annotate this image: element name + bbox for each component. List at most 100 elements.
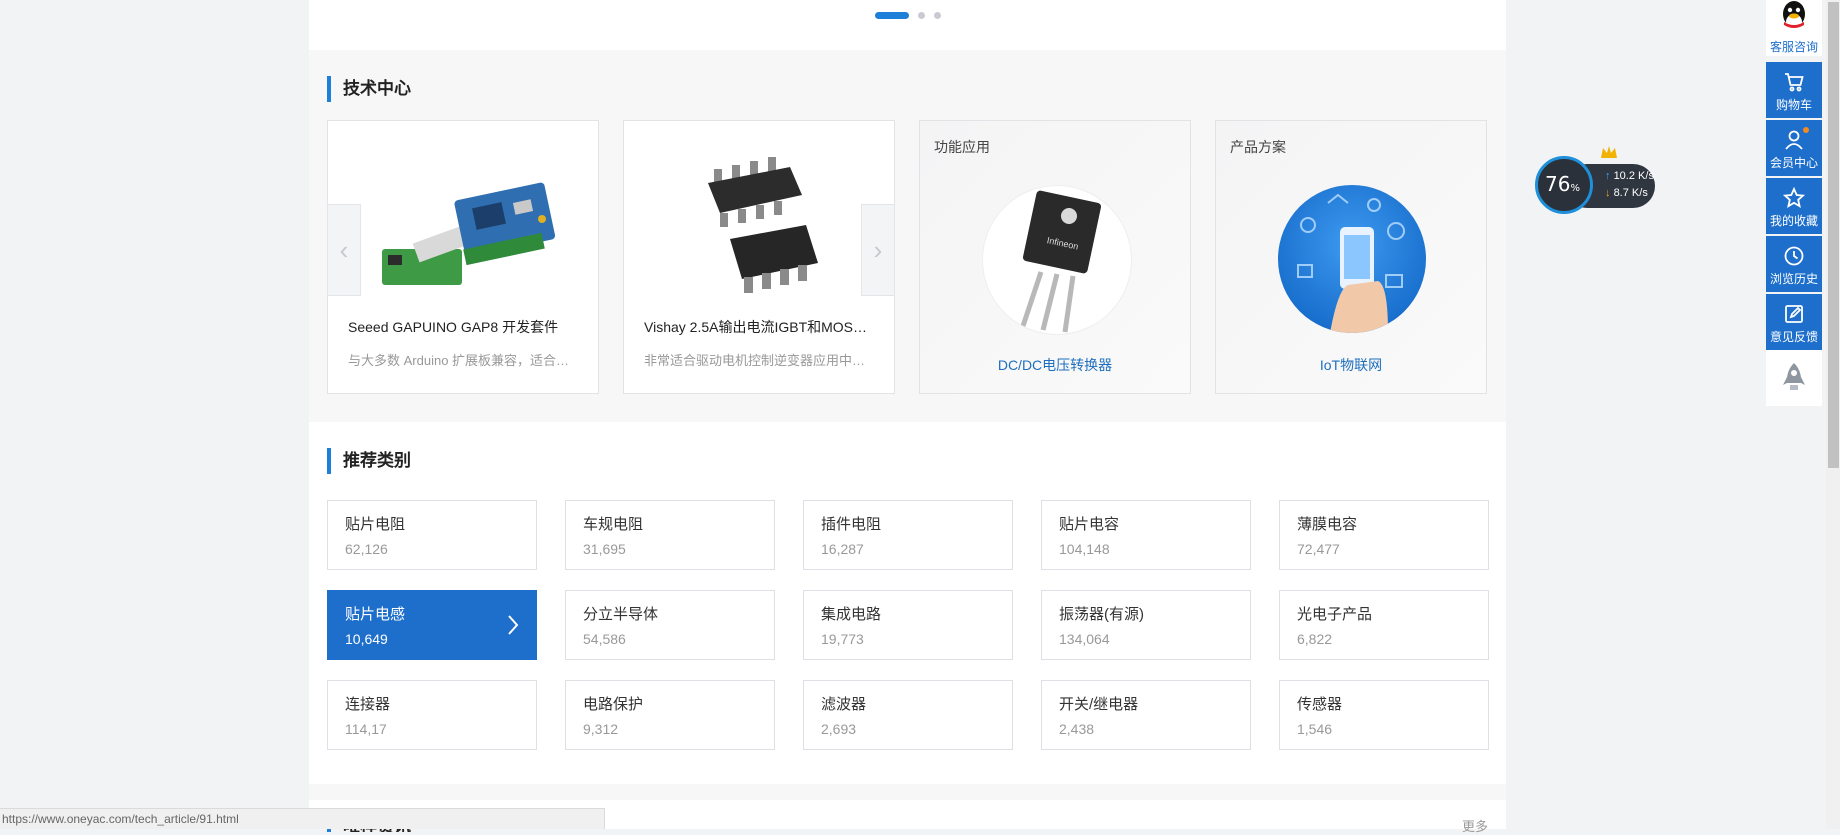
category-name: 贴片电阻 [345, 516, 406, 533]
card-tag: 产品方案 [1230, 139, 1286, 155]
chevron-right-icon: › [873, 234, 883, 265]
category-name: 振荡器(有源) [1059, 606, 1144, 623]
category-card[interactable]: 电路保护 9,312 [565, 680, 775, 750]
feedback-button[interactable]: 意见反馈 [1766, 294, 1822, 350]
category-card[interactable]: 车规电阻 31,695 [565, 500, 775, 570]
tech-card-iot[interactable]: 产品方案 IoT物联网 [1215, 120, 1487, 394]
card-tag: 功能应用 [934, 139, 990, 155]
qq-penguin-icon [1783, 1, 1805, 30]
category-count: 2,438 [1059, 721, 1095, 737]
feedback-label: 意见反馈 [1769, 330, 1818, 344]
category-count: 104,148 [1059, 541, 1110, 557]
category-card[interactable]: 贴片电容 104,148 [1041, 500, 1251, 570]
card-title: Seeed GAPUINO GAP8 开发套件 [348, 319, 559, 335]
carousel-prev-button[interactable]: ‹ [327, 204, 361, 296]
category-name: 滤波器 [821, 696, 867, 713]
category-name: 传感器 [1297, 696, 1343, 713]
upload-value: 10.2 [1613, 170, 1635, 182]
category-name: 插件电阻 [821, 516, 882, 533]
ic-chip-image [708, 157, 818, 293]
category-count: 134,064 [1059, 631, 1110, 647]
tech-card-dcdc[interactable]: 功能应用 Infineon DC/DC电压转换器 [919, 120, 1191, 394]
category-name: 分立半导体 [583, 606, 659, 623]
member-center-button[interactable]: 会员中心 [1766, 120, 1822, 176]
category-name: 连接器 [345, 696, 391, 713]
carousel-dot-2[interactable] [918, 12, 925, 19]
category-card[interactable]: 开关/继电器 2,438 [1041, 680, 1251, 750]
card-desc: 非常适合驱动电机控制逆变器应用中… [644, 353, 866, 368]
history-button[interactable]: 浏览历史 [1766, 236, 1822, 292]
upload-unit: K/s [1638, 170, 1654, 182]
edit-icon [1785, 305, 1803, 323]
user-icon [1785, 130, 1803, 150]
category-card[interactable]: 集成电路 19,773 [803, 590, 1013, 660]
card-link[interactable]: DC/DC电压转换器 [920, 355, 1190, 375]
back-to-top-button[interactable] [1766, 350, 1822, 406]
carousel-dot-1[interactable] [875, 12, 909, 19]
favorites-button[interactable]: 我的收藏 [1766, 178, 1822, 234]
category-name: 薄膜电容 [1297, 516, 1358, 533]
carousel-dot-3[interactable] [934, 12, 941, 19]
category-count: 19,773 [821, 631, 864, 647]
main-content: 技术中心 Seeed GAPUINO GAP8 开发套件 与大多数 Arduin… [309, 0, 1506, 834]
carousel-strip [309, 0, 1506, 50]
category-name: 车规电阻 [583, 516, 644, 533]
iot-image [1278, 185, 1426, 333]
category-card[interactable]: 贴片电阻 62,126 [327, 500, 537, 570]
transistor-image: Infineon [982, 185, 1132, 335]
category-count: 6,822 [1297, 631, 1333, 647]
category-count: 16,287 [821, 541, 864, 557]
status-bar-url: https://www.oneyac.com/tech_article/91.h… [0, 808, 605, 829]
category-card[interactable]: 振荡器(有源) 134,064 [1041, 590, 1251, 660]
news-more-link[interactable]: 更多 [1462, 816, 1488, 835]
carousel-next-button[interactable]: › [861, 204, 895, 296]
category-count: 72,477 [1297, 541, 1340, 557]
tech-center-title: 技术中心 [327, 76, 411, 102]
network-speed-widget[interactable]: 76% ↑ 10.2 K/s ↓ 8.7 K/s [1535, 146, 1657, 216]
chevron-left-icon: ‹ [339, 234, 349, 265]
scrollbar-thumb[interactable] [1828, 2, 1839, 468]
card-link[interactable]: IoT物联网 [1216, 355, 1486, 375]
category-card[interactable]: 分立半导体 54,586 [565, 590, 775, 660]
carousel-dots [875, 12, 941, 19]
upload-speed: ↑ 10.2 K/s [1605, 170, 1654, 182]
category-card[interactable]: 光电子产品 6,822 [1279, 590, 1489, 660]
favorites-label: 我的收藏 [1769, 214, 1818, 228]
card-title: Vishay 2.5A输出电流IGBT和MOSF… [644, 319, 874, 335]
category-card[interactable]: 薄膜电容 72,477 [1279, 500, 1489, 570]
category-count: 31,695 [583, 541, 626, 557]
notification-dot [1803, 127, 1809, 133]
card-desc: 与大多数 Arduino 扩展板兼容，适合… [348, 353, 570, 368]
category-count: 54,586 [583, 631, 626, 647]
category-card[interactable]: 传感器 1,546 [1279, 680, 1489, 750]
tech-card-vishay[interactable]: Vishay 2.5A输出电流IGBT和MOSF… 非常适合驱动电机控制逆变器应… [623, 120, 895, 394]
download-unit: K/s [1631, 187, 1648, 199]
category-card[interactable]: 连接器 114,17 [327, 680, 537, 750]
category-card[interactable]: 插件电阻 16,287 [803, 500, 1013, 570]
download-speed: ↓ 8.7 K/s [1605, 187, 1648, 199]
category-card[interactable]: 贴片电感 10,649 [327, 590, 537, 660]
chevron-right-icon [508, 615, 519, 635]
memory-percent: 76% [1545, 172, 1580, 196]
star-icon [1783, 187, 1805, 209]
cart-icon [1785, 73, 1804, 92]
percent-value: 76 [1545, 172, 1571, 196]
category-count: 114,17 [345, 721, 387, 737]
crown-icon [1601, 146, 1617, 158]
history-label: 浏览历史 [1769, 272, 1818, 286]
tech-card-gapuino[interactable]: Seeed GAPUINO GAP8 开发套件 与大多数 Arduino 扩展板… [327, 120, 599, 394]
clock-icon [1784, 246, 1804, 266]
category-name: 集成电路 [821, 606, 882, 623]
qq-service-button[interactable]: 客服咨询 [1766, 0, 1822, 56]
category-count: 1,546 [1297, 721, 1333, 737]
arrow-up-icon: ↑ [1605, 170, 1611, 182]
recommend-section: 推荐类别 贴片电阻 62,126 车规电阻 31,695 插件电阻 16,287 贴片电容 1… [309, 422, 1506, 784]
download-value: 8.7 [1613, 187, 1629, 199]
arrow-down-icon: ↓ [1605, 187, 1611, 199]
right-sidebar: 客服咨询 购物车 会员中心 我的收藏 浏览历史 意见反馈 [1766, 0, 1822, 430]
category-name: 电路保护 [583, 696, 644, 713]
category-card[interactable]: 滤波器 2,693 [803, 680, 1013, 750]
category-count: 10,649 [345, 631, 388, 647]
qq-label: 客服咨询 [1769, 40, 1818, 54]
cart-button[interactable]: 购物车 [1766, 62, 1822, 118]
